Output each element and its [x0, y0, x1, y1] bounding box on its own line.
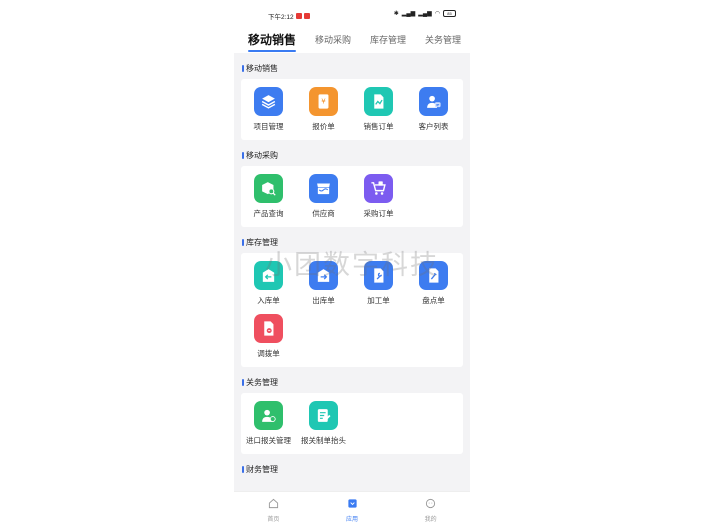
app-item[interactable]: 报关制单抬头: [296, 401, 351, 454]
section-card: 产品查询 供应商 采购订单: [241, 166, 463, 227]
apps-icon: [347, 498, 358, 514]
app-item-label: 客户列表: [418, 122, 449, 131]
section-title-text: 财务管理: [246, 464, 278, 474]
section-title-text: 移动采购: [246, 150, 278, 160]
app-item[interactable]: 产品查询: [241, 174, 296, 227]
user-card-icon: [419, 87, 448, 116]
section-marker: [242, 238, 244, 246]
app-item[interactable]: 供应商: [296, 174, 351, 227]
profile-icon: [425, 498, 436, 514]
app-item-label: 供应商: [312, 209, 335, 218]
edit-list-icon: [309, 401, 338, 430]
status-time: 下午2:12: [268, 11, 310, 21]
section-title: 移动销售: [234, 60, 470, 76]
app-item-label: 采购订单: [363, 209, 394, 218]
section-card: 项目管理 ¥ 报价单 销售订单 客户列表: [241, 79, 463, 140]
wifi-icon: ◠: [434, 11, 440, 17]
status-icons: ✱ ▂▄▆ ▂▄▆ ◠ 85: [394, 10, 456, 17]
cart-icon: [364, 174, 393, 203]
section-marker: [242, 465, 244, 473]
status-time-text: 下午2:12: [268, 14, 294, 21]
app-item[interactable]: 进口报关管理: [241, 401, 296, 454]
signal-icon-2: ▂▄▆: [418, 11, 432, 17]
section-card: 进口报关管理 报关制单抬头: [241, 393, 463, 454]
box-search-icon: [254, 174, 283, 203]
nav-item[interactable]: 我的: [391, 492, 470, 528]
app-item-label: 出库单: [312, 296, 335, 305]
layers-icon: [254, 87, 283, 116]
tab-0[interactable]: 移动销售: [248, 27, 297, 52]
section-marker: [242, 378, 244, 386]
app-item-label: 调拨单: [257, 349, 280, 358]
app-item[interactable]: 采购订单: [351, 174, 406, 227]
app-item-label: 产品查询: [253, 209, 284, 218]
nav-item-label: 我的: [424, 516, 437, 523]
section-marker: [242, 64, 244, 72]
tab-3[interactable]: 关务管理: [425, 27, 461, 46]
section-title: 关务管理: [234, 374, 470, 390]
app-item[interactable]: 销售订单: [351, 87, 406, 140]
app-item[interactable]: 调拨单: [241, 314, 296, 367]
app-item[interactable]: 项目管理: [241, 87, 296, 140]
bluetooth-icon: ✱: [393, 11, 399, 17]
app-item-label: 销售订单: [363, 122, 394, 131]
home-icon: [268, 498, 279, 514]
section-title-text: 移动销售: [246, 63, 278, 73]
status-bar: 下午2:12 ✱ ▂▄▆ ▂▄▆ ◠ 85: [234, 0, 470, 27]
nav-item-label: 首页: [267, 516, 280, 523]
svg-text:¥: ¥: [321, 97, 326, 106]
tab-2[interactable]: 库存管理: [370, 27, 406, 46]
user-import-icon: [254, 401, 283, 430]
bottom-nav: 首页 应用 我的: [234, 491, 470, 528]
nav-item[interactable]: 首页: [234, 492, 313, 528]
app-item-label: 进口报关管理: [246, 436, 291, 445]
section-title-text: 关务管理: [246, 377, 278, 387]
battery-icon: 85: [443, 10, 456, 17]
section-title: 移动采购: [234, 147, 470, 163]
tab-1[interactable]: 移动采购: [315, 27, 351, 46]
section-title: 财务管理: [234, 461, 470, 477]
notification-icon-2: [303, 13, 310, 19]
notification-icon: [295, 13, 302, 19]
app-item[interactable]: ¥ 报价单: [296, 87, 351, 140]
yen-document-icon: ¥: [309, 87, 338, 116]
app-item-label: 入库单: [257, 296, 280, 305]
app-item-label: 报关制单抬头: [301, 436, 346, 445]
top-tabs: 移动销售 移动采购 库存管理 关务管理: [234, 27, 470, 53]
app-item-label: 报价单: [312, 122, 335, 131]
app-item-label: 加工单: [367, 296, 390, 305]
app-item-label: 项目管理: [253, 122, 284, 131]
section-marker: [242, 151, 244, 159]
transfer-document-icon: [254, 314, 283, 343]
nav-item[interactable]: 应用: [313, 492, 392, 528]
app-item-label: 盘点单: [422, 296, 445, 305]
chart-document-icon: [364, 87, 393, 116]
store-icon: [309, 174, 338, 203]
app-item[interactable]: 客户列表: [406, 87, 461, 140]
nav-item-label: 应用: [346, 516, 359, 523]
signal-icon: ▂▄▆: [401, 11, 416, 17]
watermark: 小团数字科技: [265, 250, 439, 281]
